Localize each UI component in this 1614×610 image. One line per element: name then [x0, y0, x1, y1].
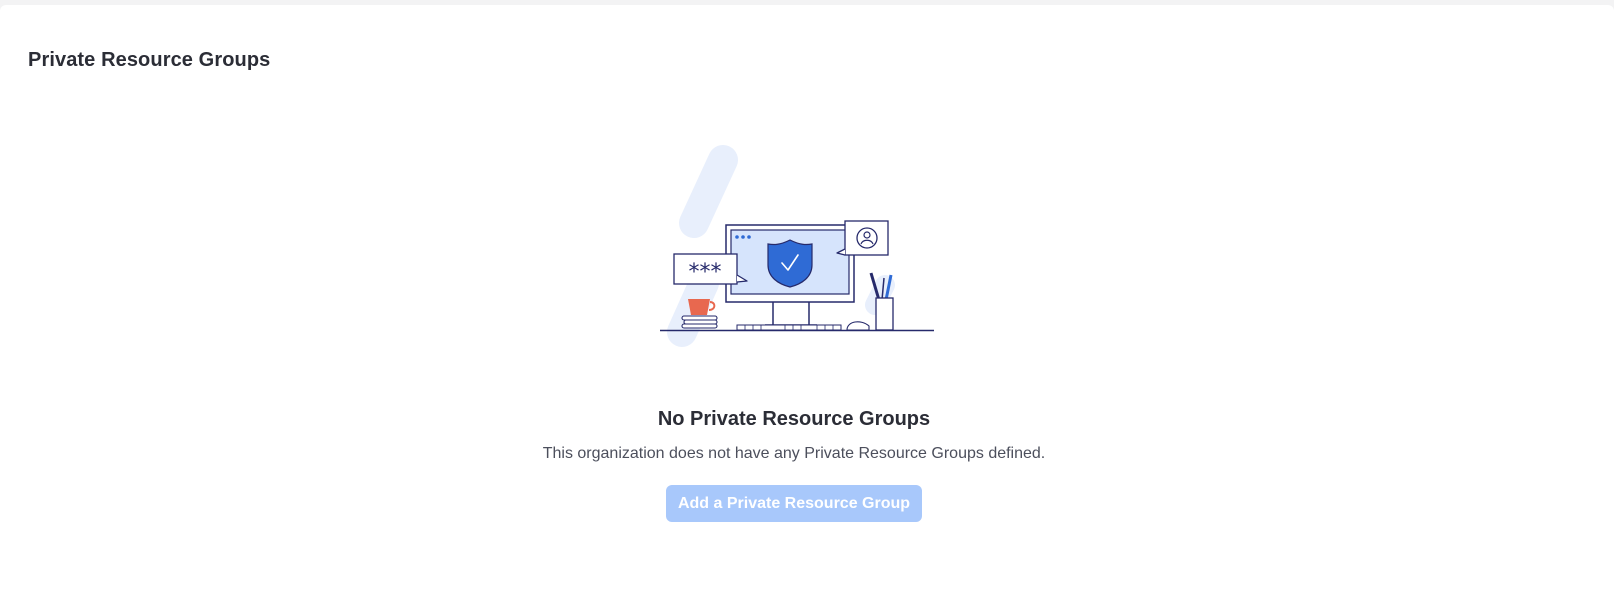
empty-state: *** No Private Resource Groups This orga…: [0, 145, 1588, 522]
add-private-resource-group-button[interactable]: Add a Private Resource Group: [665, 485, 923, 522]
page-container: Private Resource Groups *** No Private R…: [0, 5, 1614, 610]
secure-computer-illustration-icon: ***: [660, 145, 934, 347]
password-mask-text: ***: [689, 260, 722, 285]
empty-state-title: No Private Resource Groups: [657, 408, 931, 430]
page-title: Private Resource Groups: [28, 49, 271, 71]
empty-state-description: This organization does not have any Priv…: [542, 445, 1046, 462]
